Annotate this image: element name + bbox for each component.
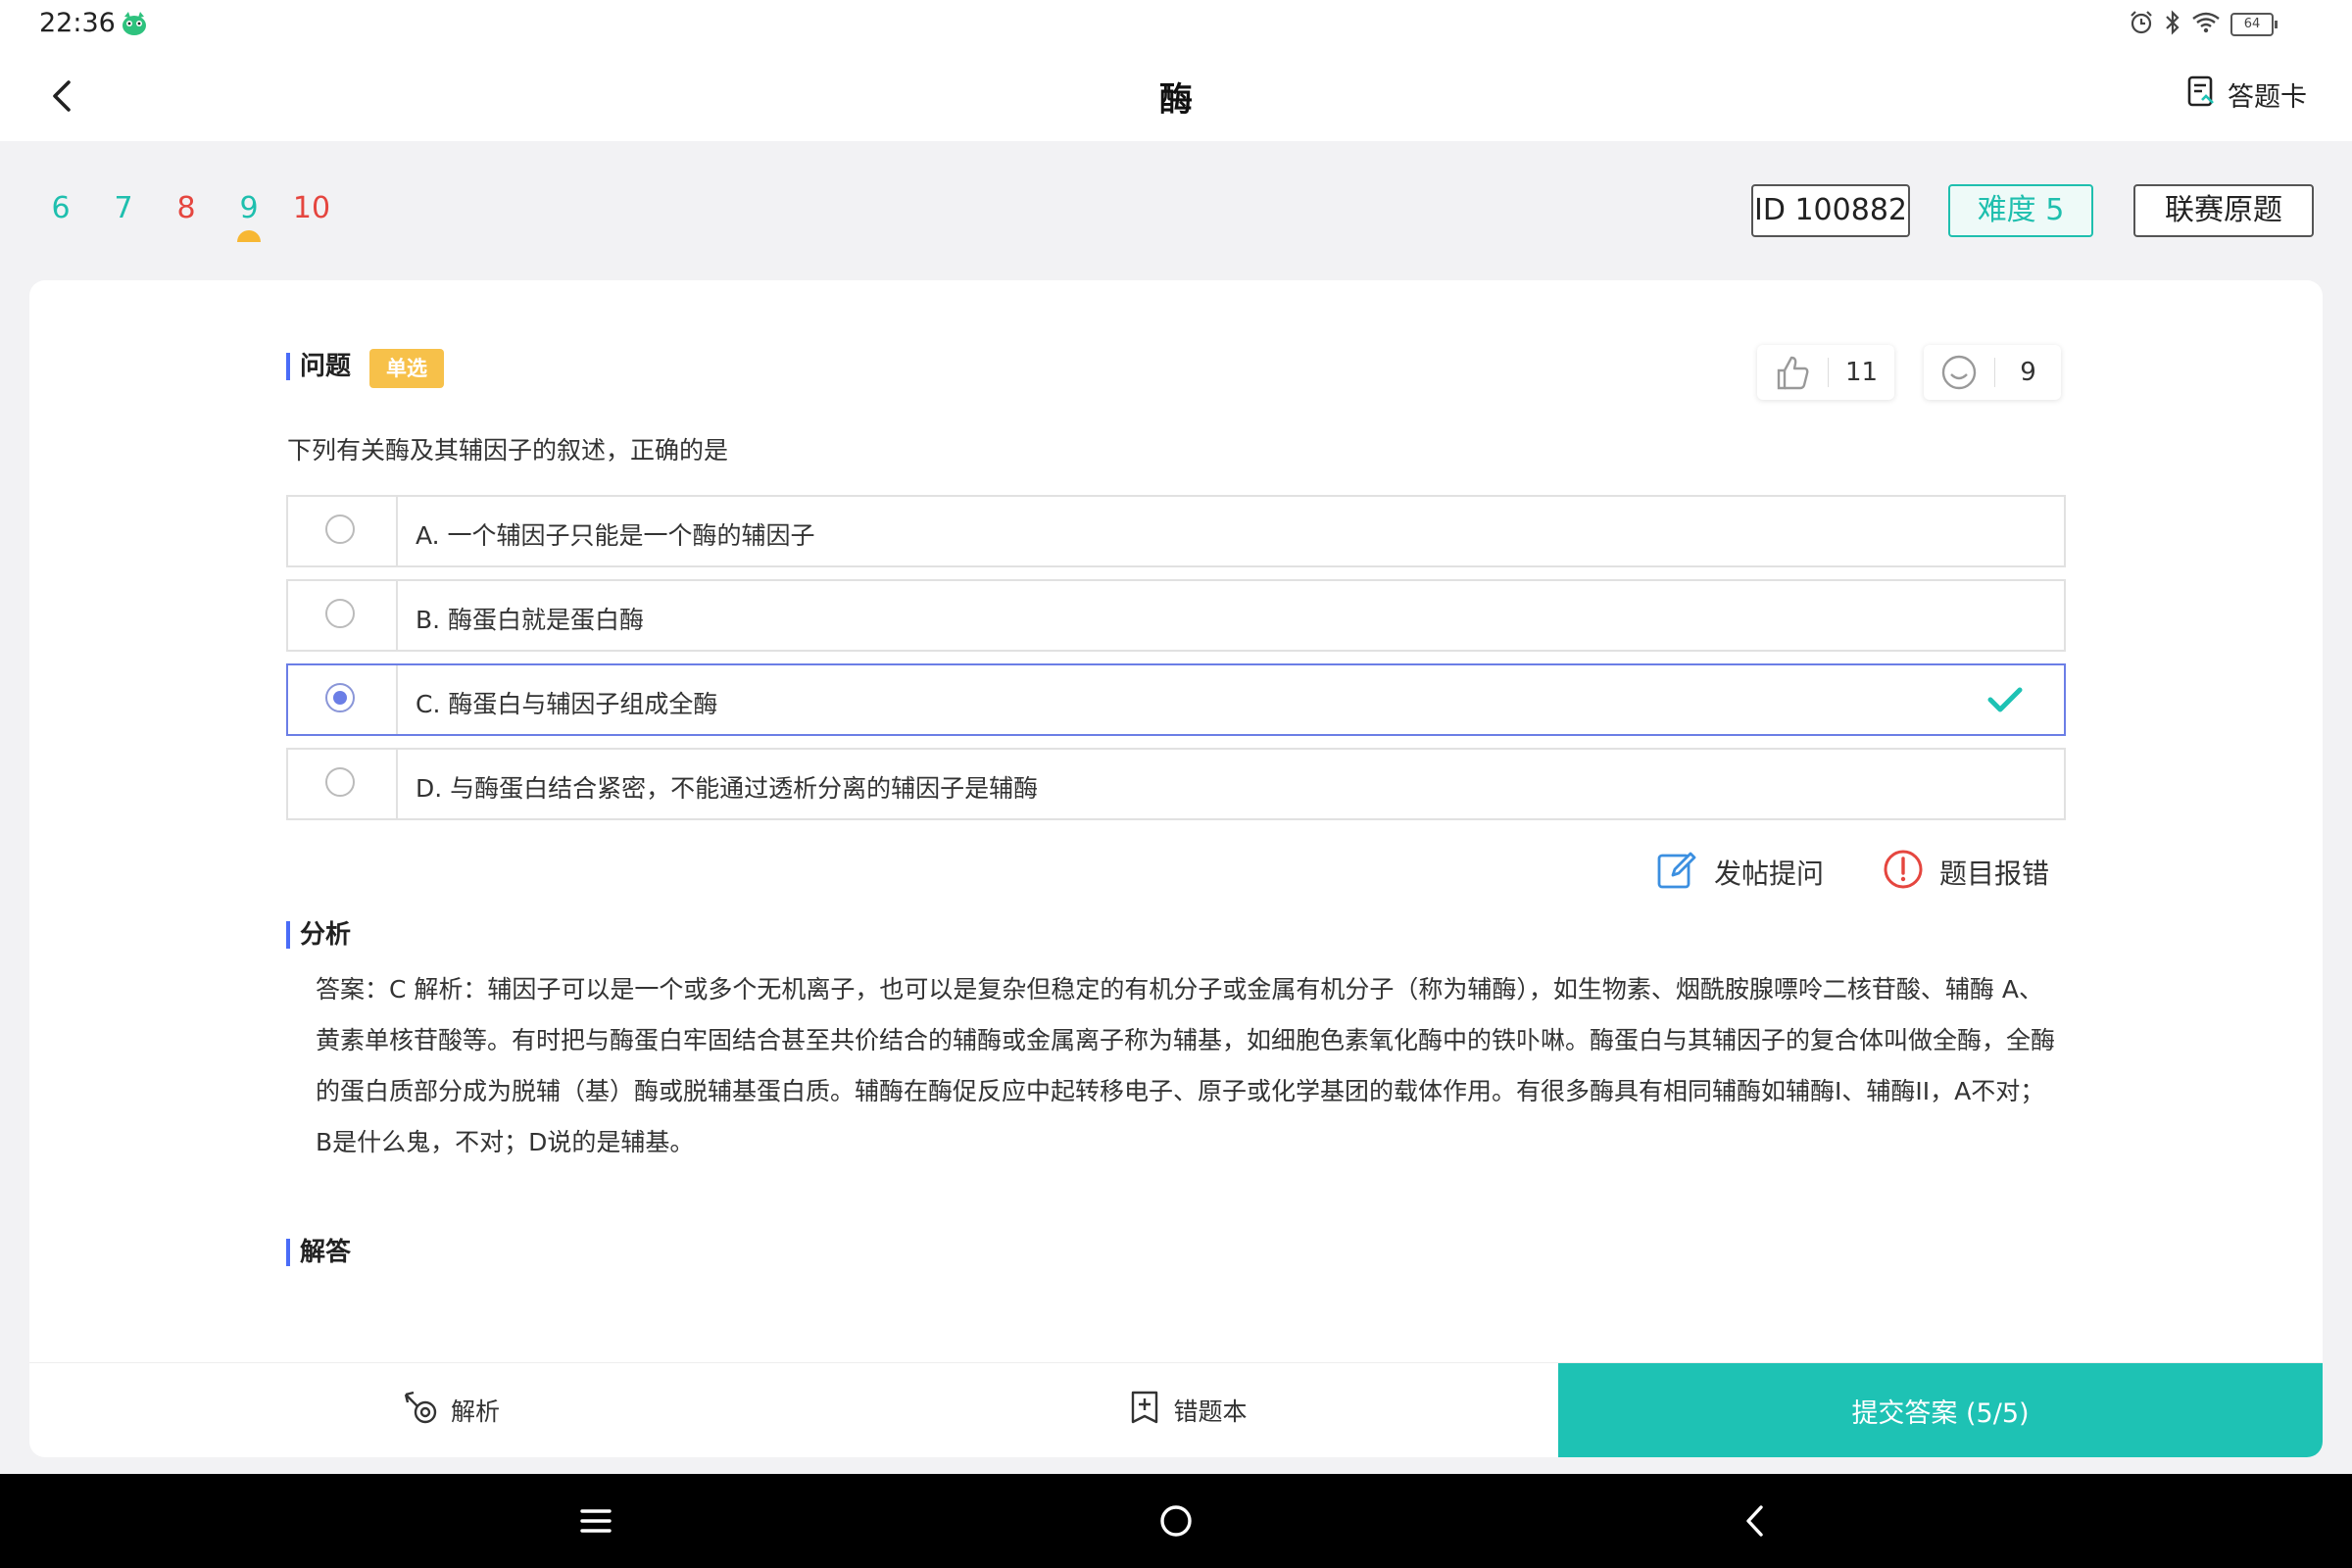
post-question-label: 发帖提问 — [1714, 858, 1825, 890]
post-question-button[interactable]: 发帖提问 — [1655, 849, 1824, 896]
wrong-questions-label: 错题本 — [1173, 1397, 1248, 1426]
report-error-label: 题目报错 — [1939, 858, 2050, 890]
wrong-questions-button[interactable]: 错题本 — [1090, 1363, 1286, 1457]
alert-icon — [1883, 849, 1924, 897]
radio-button[interactable] — [325, 767, 355, 797]
radio-button-selected[interactable] — [325, 683, 355, 712]
radio-cell — [288, 665, 398, 734]
back-nav-icon[interactable] — [1735, 1499, 1778, 1543]
checkmark-icon — [1985, 683, 2025, 716]
comment-count: 9 — [2020, 358, 2036, 387]
menu-icon[interactable] — [574, 1499, 617, 1543]
option-c[interactable]: C. 酶蛋白与辅因子组成全酶 — [286, 663, 2066, 736]
question-number: 7 — [114, 191, 133, 225]
thumbs-up-icon — [1757, 353, 1828, 392]
option-b[interactable]: B. 酶蛋白就是蛋白酶 — [286, 579, 2066, 652]
question-nav-item[interactable]: 7 — [92, 191, 155, 225]
alarm-icon — [2129, 10, 2154, 39]
like-button[interactable]: 11 — [1757, 345, 1894, 400]
analysis-text: 答案：C 解析：辅因子可以是一个或多个无机离子，也可以是复杂但稳定的有机分子或金… — [316, 975, 2056, 1156]
app-header: 酶 答题卡 — [0, 49, 2352, 141]
analysis-section-title: 分析 — [286, 921, 351, 949]
analysis-label: 解析 — [450, 1397, 500, 1426]
question-number: 9 — [239, 191, 259, 225]
answer-section-title: 解答 — [286, 1239, 351, 1266]
radio-cell — [288, 581, 398, 650]
current-indicator — [237, 230, 261, 242]
answer-card-label: 答题卡 — [2228, 81, 2307, 113]
question-number: 8 — [176, 191, 196, 225]
radio-cell — [288, 497, 398, 565]
option-text: B. 酶蛋白就是蛋白酶 — [416, 606, 645, 634]
smile-icon — [1924, 353, 1994, 392]
question-nav-item[interactable]: 10 — [280, 191, 343, 225]
difficulty-badge: 难度 5 — [1948, 184, 2093, 237]
option-text: D. 与酶蛋白结合紧密，不能通过透析分离的辅因子是辅酶 — [416, 774, 1039, 803]
like-count: 11 — [1844, 358, 1879, 387]
analysis-icon — [402, 1389, 439, 1432]
question-id-badge: ID 100882 — [1751, 184, 1910, 237]
radio-button[interactable] — [325, 514, 355, 544]
bluetooth-icon — [2164, 10, 2181, 39]
question-nav-item[interactable]: 8 — [155, 191, 218, 225]
home-icon[interactable] — [1154, 1499, 1198, 1543]
question-type-tag: 单选 — [369, 349, 444, 388]
radio-cell — [288, 750, 398, 818]
battery-icon: 64 — [2230, 13, 2278, 36]
question-number: 10 — [292, 191, 331, 225]
question-number: 6 — [51, 191, 71, 225]
page-title: 酶 — [1159, 80, 1193, 120]
answer-card-icon — [2186, 74, 2216, 115]
status-time: 22:36 — [39, 8, 116, 38]
option-text: C. 酶蛋白与辅因子组成全酶 — [416, 690, 718, 718]
radio-button[interactable] — [325, 599, 355, 628]
option-d[interactable]: D. 与酶蛋白结合紧密，不能通过透析分离的辅因子是辅酶 — [286, 748, 2066, 820]
wifi-icon — [2191, 11, 2221, 38]
system-nav-bar — [0, 1474, 2352, 1568]
question-section-title: 问题 — [286, 353, 351, 380]
option-a[interactable]: A. 一个辅因子只能是一个酶的辅因子 — [286, 495, 2066, 567]
question-text: 下列有关酶及其辅因子的叙述，正确的是 — [287, 436, 729, 465]
question-nav: 6 7 8 9 10 — [29, 191, 343, 242]
report-error-button[interactable]: 题目报错 — [1883, 849, 2049, 896]
app-icon — [120, 10, 149, 37]
edit-icon — [1655, 848, 1698, 898]
question-nav-item-current[interactable]: 9 — [218, 191, 280, 242]
comment-button[interactable]: 9 — [1924, 345, 2061, 400]
bottom-action-bar: 解析 错题本 提交答案 (5/5) — [29, 1362, 2323, 1457]
bookmark-add-icon — [1128, 1390, 1161, 1431]
status-bar: 22:36 64 — [0, 0, 2352, 49]
option-text: A. 一个辅因子只能是一个酶的辅因子 — [416, 521, 815, 550]
submit-answer-button[interactable]: 提交答案 (5/5) — [1558, 1363, 2323, 1457]
question-nav-item[interactable]: 6 — [29, 191, 92, 225]
source-badge[interactable]: 联赛原题 — [2133, 184, 2314, 237]
answer-card-button[interactable]: 答题卡 — [2186, 73, 2307, 116]
analysis-button[interactable]: 解析 — [353, 1363, 549, 1457]
